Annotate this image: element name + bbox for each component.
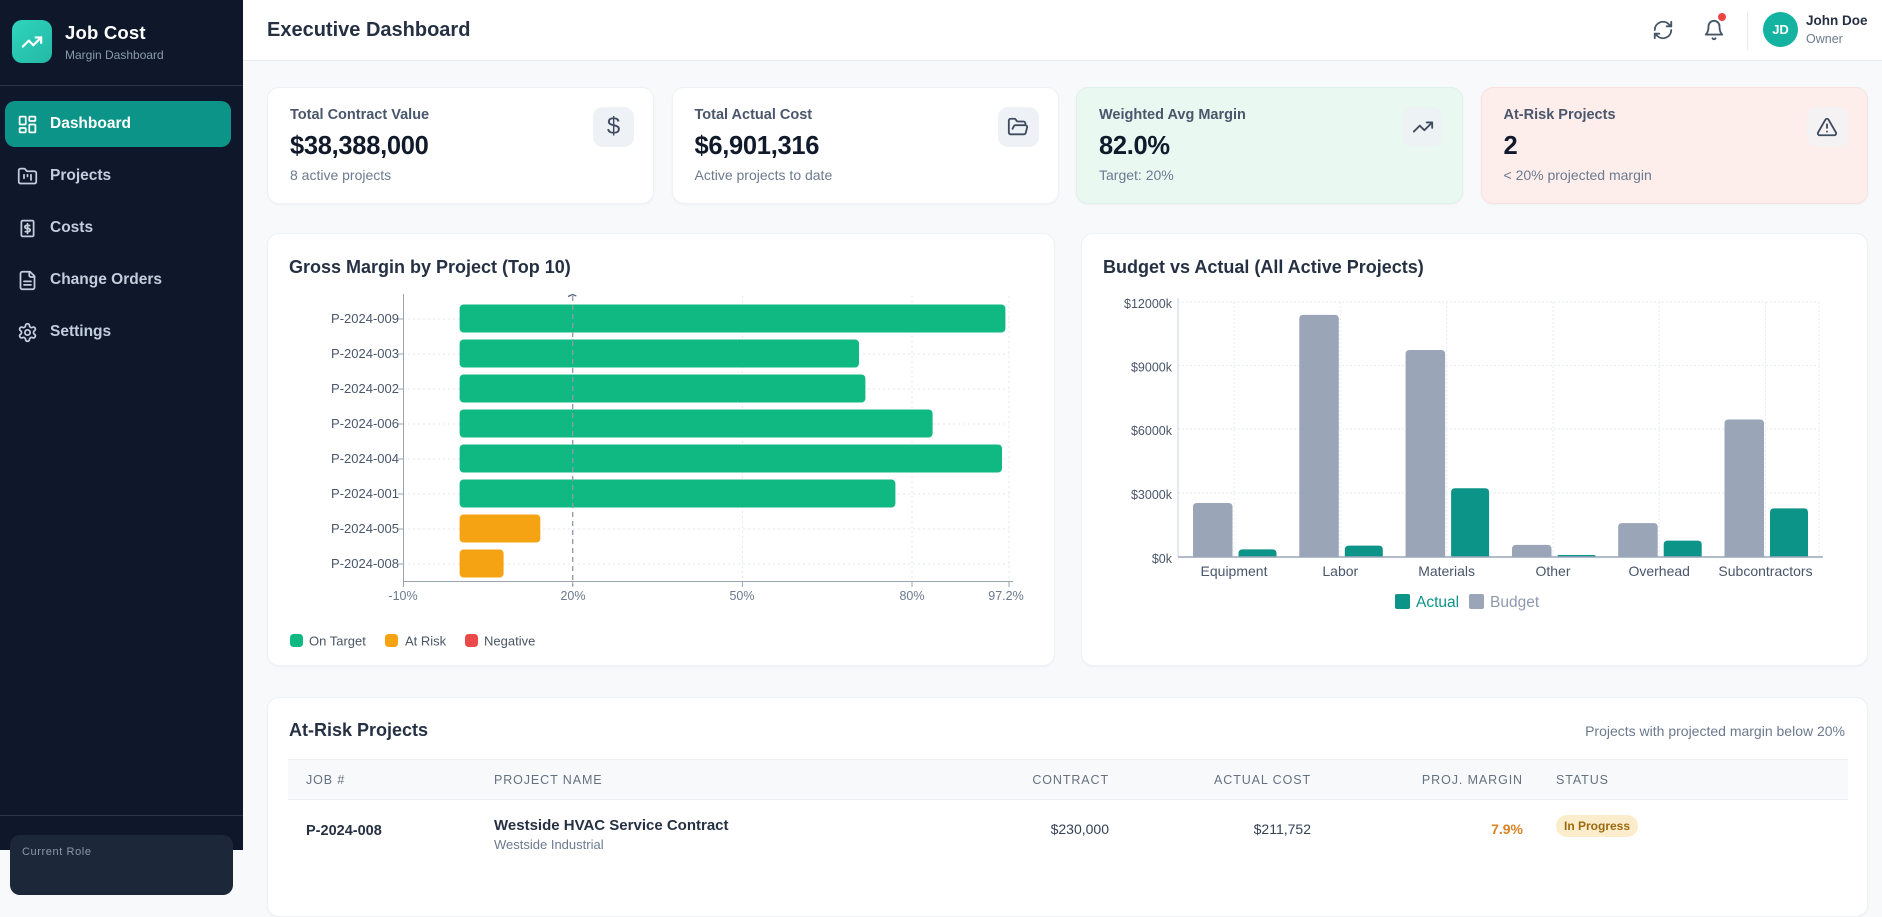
svg-text:P-2024-005: P-2024-005 (331, 521, 399, 536)
svg-text:On Target: On Target (309, 634, 366, 649)
svg-text:50%: 50% (729, 589, 754, 603)
svg-text:P-2024-003: P-2024-003 (331, 346, 399, 361)
svg-text:Other: Other (1535, 563, 1570, 579)
svg-text:Labor: Labor (1322, 563, 1358, 579)
svg-text:$6000k: $6000k (1131, 424, 1173, 438)
svg-text:P-2024-009: P-2024-009 (331, 311, 399, 326)
svg-text:P-2024-006: P-2024-006 (331, 416, 399, 431)
svg-text:P-2024-004: P-2024-004 (331, 451, 399, 466)
svg-text:Equipment: Equipment (1201, 563, 1268, 579)
svg-text:P-2024-008: P-2024-008 (331, 556, 399, 571)
svg-text:-10%: -10% (388, 589, 417, 603)
svg-text:$12000k: $12000k (1124, 297, 1173, 311)
svg-text:$0k: $0k (1152, 552, 1173, 566)
svg-text:Budget: Budget (1490, 594, 1540, 611)
svg-text:$3000k: $3000k (1131, 488, 1173, 502)
svg-text:Materials: Materials (1418, 563, 1475, 579)
svg-text:Negative: Negative (484, 634, 535, 649)
svg-text:At Risk: At Risk (405, 634, 447, 649)
svg-text:P-2024-001: P-2024-001 (331, 486, 399, 501)
svg-text:Subcontractors: Subcontractors (1718, 563, 1812, 579)
svg-text:P-2024-002: P-2024-002 (331, 381, 399, 396)
svg-text:Actual: Actual (1416, 594, 1459, 611)
svg-text:80%: 80% (899, 589, 924, 603)
svg-text:20%: 20% (560, 589, 585, 603)
svg-text:$9000k: $9000k (1131, 361, 1173, 375)
svg-text:Overhead: Overhead (1628, 563, 1689, 579)
svg-text:97.2%: 97.2% (988, 589, 1023, 603)
